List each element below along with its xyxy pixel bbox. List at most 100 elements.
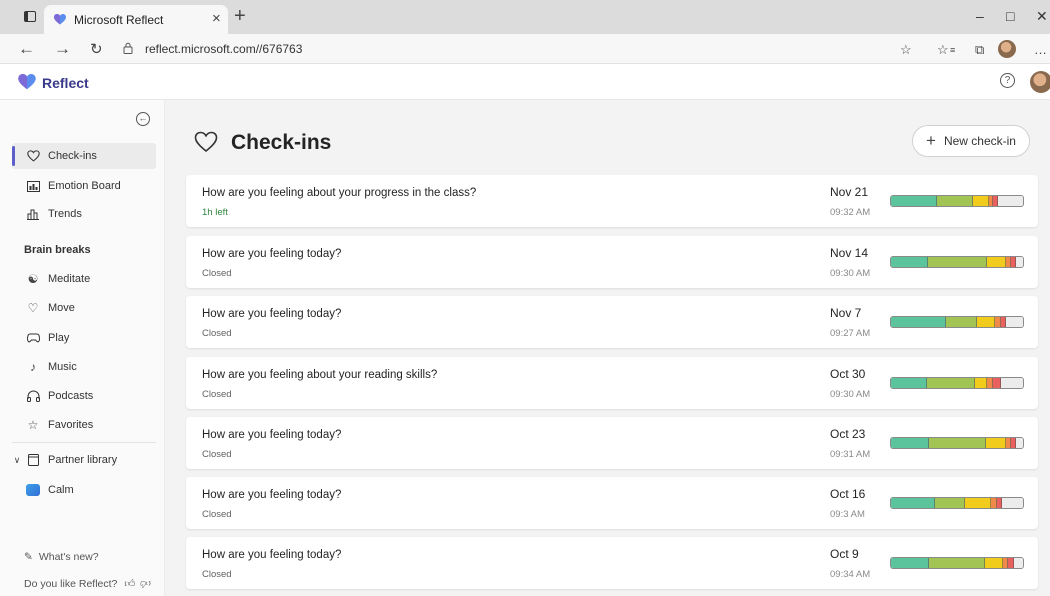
page-title: Check-ins	[231, 131, 332, 154]
plus-icon: +	[926, 131, 936, 150]
feedback-bar: Do you like Reflect? 👍︎ 👍︎	[24, 577, 151, 590]
emotion-distribution-bar	[890, 557, 1024, 569]
check-in-card[interactable]: How are you feeling today? Closed Oct 16…	[186, 477, 1038, 529]
check-in-card[interactable]: How are you feeling today? Closed Oct 23…	[186, 417, 1038, 469]
sidebar-item-emotion-board[interactable]: Emotion Board	[12, 173, 156, 199]
segment-good	[929, 558, 985, 568]
segment-great	[891, 196, 938, 206]
check-in-question: How are you feeling today?	[202, 489, 342, 501]
check-in-question: How are you feeling today?	[202, 308, 342, 320]
new-tab-button[interactable]: +	[234, 5, 246, 28]
app-name[interactable]: Reflect	[42, 75, 89, 91]
check-in-status: Closed	[202, 509, 232, 520]
sidebar-item-label: Calm	[48, 484, 74, 496]
segment-bad	[992, 378, 1001, 388]
lock-icon[interactable]	[123, 42, 133, 54]
check-in-time: 09:3 AM	[830, 509, 865, 520]
sidebar-item-label: Music	[48, 361, 77, 373]
minimize-button[interactable]: –	[976, 8, 984, 24]
check-in-question: How are you feeling today?	[202, 549, 342, 561]
favorites-bar-icon[interactable]: ☆	[937, 42, 949, 58]
sidebar-item-label: Check-ins	[48, 150, 97, 162]
sidebar-item-label: Meditate	[48, 273, 91, 285]
sidebar-item-play[interactable]: Play	[12, 325, 156, 351]
segment-no-response	[1000, 378, 1023, 388]
user-avatar[interactable]	[1030, 71, 1050, 93]
sidebar-item-trends[interactable]: Trends	[12, 201, 156, 227]
check-in-date: Nov 14	[830, 246, 869, 260]
refresh-button[interactable]: ↻	[90, 40, 103, 58]
address-bar: ← → ↻ reflect.microsoft.com//676763 ☆ ☆ …	[0, 34, 1050, 64]
check-in-card[interactable]: How are you feeling about your progress …	[186, 175, 1038, 227]
check-in-status: 1h left	[202, 207, 228, 218]
whats-new-link[interactable]: ✎ What's new?	[24, 551, 99, 563]
segment-okay	[987, 257, 1006, 267]
more-menu-icon[interactable]: …	[1034, 42, 1047, 57]
sidebar-item-check-ins[interactable]: Check-ins	[12, 143, 156, 169]
sidebar-item-partner-library[interactable]: ∨ Partner library	[2, 447, 156, 473]
tab-close-icon[interactable]: ×	[212, 10, 221, 27]
emotion-distribution-bar	[890, 256, 1024, 268]
check-in-status: Closed	[202, 449, 232, 460]
sidebar-item-favorites[interactable]: ☆ Favorites	[12, 412, 156, 438]
megaphone-icon: ✎	[24, 551, 33, 563]
check-in-date: Oct 16	[830, 487, 866, 501]
check-in-time: 09:31 AM	[830, 449, 871, 460]
emotion-board-icon	[26, 179, 40, 193]
sidebar-item-move[interactable]: ♡ Move	[12, 295, 156, 321]
segment-great	[891, 378, 927, 388]
help-icon[interactable]: ?	[1000, 73, 1015, 88]
back-button[interactable]: ←	[18, 39, 35, 59]
favorites-list-icon: ≡	[950, 45, 956, 55]
star-icon: ☆	[27, 418, 39, 432]
segment-great	[891, 317, 947, 327]
sidebar-divider	[12, 442, 156, 443]
sidebar-item-label: Play	[48, 332, 70, 344]
check-in-card[interactable]: How are you feeling today? Closed Nov 7 …	[186, 296, 1038, 348]
library-icon	[26, 453, 40, 467]
segment-no-response	[1005, 317, 1023, 327]
emotion-distribution-bar	[890, 497, 1024, 509]
sidebar-item-calm[interactable]: Calm	[12, 477, 156, 503]
check-in-time: 09:30 AM	[830, 389, 871, 400]
close-window-button[interactable]: ✕	[1036, 8, 1048, 25]
browser-tab[interactable]: Microsoft Reflect ×	[44, 5, 228, 34]
url-field[interactable]: reflect.microsoft.com//676763	[145, 42, 302, 56]
sidebar-item-podcasts[interactable]: Podcasts	[12, 383, 156, 409]
check-in-card[interactable]: How are you feeling today? Closed Nov 14…	[186, 236, 1038, 288]
new-check-in-button[interactable]: + New check-in	[912, 125, 1030, 157]
thumbs-up-icon[interactable]: 👍︎	[124, 578, 135, 590]
read-aloud-icon[interactable]: ☆	[900, 42, 912, 58]
segment-okay	[964, 498, 992, 508]
sidebar-item-meditate[interactable]: ☯ Meditate	[12, 266, 156, 292]
collapse-sidebar-icon[interactable]: ←	[136, 112, 150, 126]
thumbs-down-icon[interactable]: 👍︎	[140, 577, 151, 590]
tab-actions-icon[interactable]	[24, 11, 36, 22]
segment-good	[926, 378, 976, 388]
heart-icon	[194, 131, 218, 153]
segment-okay	[986, 438, 1006, 448]
check-in-card[interactable]: How are you feeling today? Closed Oct 9 …	[186, 537, 1038, 589]
meditate-icon: ☯	[27, 272, 39, 286]
profile-avatar[interactable]	[998, 40, 1016, 58]
chevron-down-icon: ∨	[13, 454, 21, 465]
segment-good	[937, 196, 973, 206]
check-in-time: 09:32 AM	[830, 207, 871, 218]
forward-button[interactable]: →	[54, 39, 71, 59]
sidebar-item-music[interactable]: ♪ Music	[12, 354, 156, 380]
check-in-card[interactable]: How are you feeling about your reading s…	[186, 357, 1038, 409]
segment-no-response	[1001, 498, 1023, 508]
check-in-date: Nov 21	[830, 185, 869, 199]
sidebar-item-label: Partner library	[48, 454, 118, 466]
collections-icon[interactable]: ⧉	[975, 42, 984, 58]
segment-no-response	[997, 196, 1023, 206]
check-in-question: How are you feeling today?	[202, 248, 342, 260]
headphones-icon	[26, 389, 40, 403]
segment-no-response	[1013, 558, 1023, 568]
move-icon: ♡	[27, 301, 39, 315]
segment-great	[891, 257, 928, 267]
segment-good	[934, 498, 965, 508]
new-check-in-label: New check-in	[943, 134, 1016, 148]
feedback-label: Do you like Reflect?	[24, 578, 118, 590]
maximize-button[interactable]: □	[1006, 8, 1014, 24]
